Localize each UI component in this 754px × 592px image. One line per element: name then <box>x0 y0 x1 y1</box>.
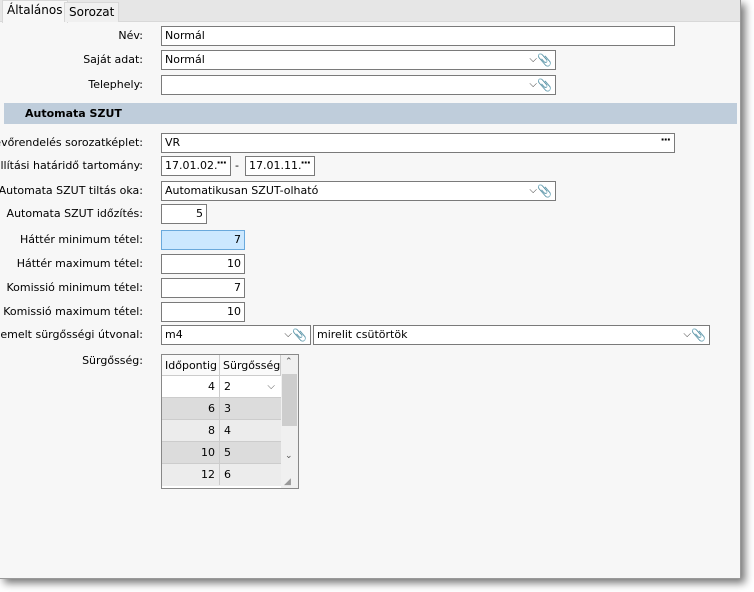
cell-surgosseg[interactable]: 4 <box>220 420 281 441</box>
chevron-down-icon[interactable]: ⌵ <box>267 376 275 397</box>
hatarido-to-value: 17.01.11. <box>249 159 302 172</box>
scroll-down-icon[interactable]: ⌄ <box>285 451 293 461</box>
tiltas-select[interactable]: Automatikusan SZUT-olható ⌵ 📎 <box>161 181 556 201</box>
kom-max-label: Komissió maximum tétel: <box>3 305 143 318</box>
hatter-min-input[interactable]: 7 <box>161 230 245 250</box>
cell-surgosseg[interactable]: 5 <box>220 442 281 463</box>
utvonal-select[interactable]: m4 ⌵ 📎 <box>161 325 311 345</box>
cell-surgosseg[interactable]: 2 ⌵ <box>220 376 281 397</box>
paperclip-icon[interactable]: 📎 <box>537 51 552 69</box>
paperclip-icon[interactable]: 📎 <box>537 182 552 200</box>
cell-idopontig[interactable]: 8 <box>162 420 220 441</box>
cell-idopontig[interactable]: 10 <box>162 442 220 463</box>
tab-bar: Általános Sorozat <box>0 0 740 23</box>
cell-value: 2 <box>224 380 231 393</box>
chevron-down-icon[interactable]: ⌵ <box>284 326 292 344</box>
scrollbar-thumb[interactable] <box>282 374 297 426</box>
hatter-min-label: Háttér minimum tétel: <box>19 233 143 246</box>
column-header-idopontig[interactable]: Időpontig <box>162 355 220 376</box>
telephely-label: Telephely: <box>88 78 143 91</box>
table-row[interactable]: 84 <box>162 420 281 442</box>
table-row[interactable]: 12 6 <box>162 464 281 486</box>
ellipsis-button[interactable]: ··· <box>216 157 227 172</box>
chevron-down-icon[interactable]: ⌵ <box>529 51 537 69</box>
dialog-window: Általános Sorozat Név: Normál Saját adat… <box>0 0 741 579</box>
hatter-max-label: Háttér maximum tétel: <box>16 257 143 270</box>
utvonal2-value: mirelit csütörtök <box>317 328 408 341</box>
utvonal-value: m4 <box>165 328 183 341</box>
table-row[interactable]: 4 2 ⌵ <box>162 376 281 398</box>
kom-min-label: Komissió minimum tétel: <box>6 281 143 294</box>
hatarido-to-input[interactable]: 17.01.11. ··· <box>245 156 315 176</box>
cell-surgosseg[interactable]: 3 <box>220 398 281 419</box>
ellipsis-button[interactable]: ··· <box>660 134 671 149</box>
hatarido-label: Szállítási határidő tartomány: <box>0 159 143 172</box>
tiltas-label: Automata SZUT tiltás oka: <box>0 184 143 197</box>
utvonal-label: Kiemelt sürgősségi útvonal: <box>0 328 143 341</box>
sajat-adat-label: Saját adat: <box>83 53 143 66</box>
kom-min-input[interactable]: 7 <box>161 278 245 298</box>
tab-altalanos[interactable]: Általános <box>2 0 68 23</box>
kom-max-input[interactable]: 10 <box>161 302 245 322</box>
paperclip-icon[interactable]: 📎 <box>537 76 552 94</box>
keplet-input[interactable]: VR ··· <box>161 133 675 153</box>
table-row[interactable]: 10 5 <box>162 442 281 464</box>
vertical-scrollbar[interactable]: ⌃ ⌄ ◢ <box>281 355 298 488</box>
chevron-down-icon[interactable]: ⌵ <box>683 326 691 344</box>
resize-grip-icon[interactable]: ◢ <box>284 477 291 487</box>
telephely-select[interactable]: ⌵ 📎 <box>161 75 556 95</box>
idozites-input[interactable]: 5 <box>161 204 207 224</box>
utvonal2-select[interactable]: mirelit csütörtök ⌵ 📎 <box>313 325 710 345</box>
cell-idopontig[interactable]: 12 <box>162 464 220 485</box>
sajat-adat-value: Normál <box>165 53 205 66</box>
hatarido-from-value: 17.01.02. <box>165 159 218 172</box>
table-row[interactable]: 63 <box>162 398 281 420</box>
keplet-label: Vevőrendelés sorozatképlet: <box>0 136 143 149</box>
paperclip-icon[interactable]: 📎 <box>691 326 706 344</box>
idozites-label: Automata SZUT időzítés: <box>6 207 143 220</box>
surgosseg-label: Sürgősség: <box>82 354 143 367</box>
keplet-value: VR <box>165 136 181 149</box>
ellipsis-button[interactable]: ··· <box>300 157 311 172</box>
sajat-adat-select[interactable]: Normál ⌵ 📎 <box>161 50 556 70</box>
surgosseg-grid[interactable]: Időpontig Sürgősség 4 2 ⌵ 63 84 10 5 12 6 ⌃ … <box>161 354 299 489</box>
chevron-down-icon[interactable]: ⌵ <box>529 76 537 94</box>
section-header: Automata SZUT <box>4 103 737 124</box>
paperclip-icon[interactable]: 📎 <box>292 326 307 344</box>
cell-surgosseg[interactable]: 6 <box>220 464 281 485</box>
tab-sorozat[interactable]: Sorozat <box>64 2 120 22</box>
column-header-surgosseg[interactable]: Sürgősség <box>220 355 281 376</box>
hatarido-from-input[interactable]: 17.01.02. ··· <box>161 156 231 176</box>
chevron-down-icon[interactable]: ⌵ <box>529 182 537 200</box>
nev-input[interactable]: Normál <box>161 26 675 46</box>
scroll-up-icon[interactable]: ⌃ <box>285 357 293 367</box>
hatter-max-input[interactable]: 10 <box>161 254 245 274</box>
nev-label: Név: <box>118 29 143 42</box>
cell-idopontig[interactable]: 6 <box>162 398 220 419</box>
tiltas-value: Automatikusan SZUT-olható <box>165 184 319 197</box>
range-separator: - <box>235 159 239 172</box>
cell-idopontig[interactable]: 4 <box>162 376 220 397</box>
